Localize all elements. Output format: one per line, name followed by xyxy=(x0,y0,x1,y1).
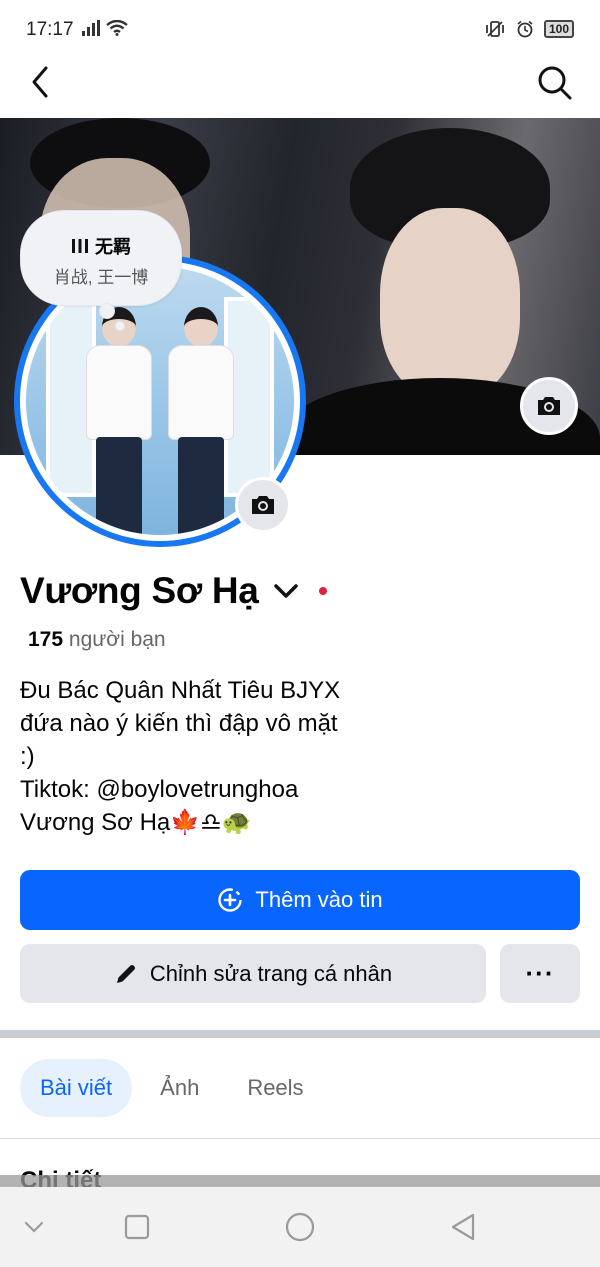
profile-name: Vương Sơ Hạ xyxy=(20,570,259,611)
music-bars-icon xyxy=(72,239,88,253)
edit-profile-label: Chỉnh sửa trang cá nhân xyxy=(149,960,393,986)
search-icon xyxy=(538,66,572,100)
profile-name-row[interactable]: Vương Sơ Hạ xyxy=(20,570,327,612)
note-artists: 肖战, 王一博 xyxy=(53,268,149,287)
edit-profile-button[interactable]: Chỉnh sửa trang cá nhân xyxy=(20,944,486,1003)
triangle-back-icon xyxy=(451,1213,475,1241)
friends-count[interactable]: 175 người bạn xyxy=(28,628,166,652)
camera-icon xyxy=(538,397,560,415)
circle-icon xyxy=(285,1212,315,1242)
tab-reels[interactable]: Reels xyxy=(227,1059,323,1117)
status-time: 17:17 xyxy=(26,19,74,40)
vibrate-icon xyxy=(486,21,504,37)
add-to-story-button[interactable]: Thêm vào tin xyxy=(20,870,580,930)
tab-photos[interactable]: Ảnh xyxy=(140,1059,219,1117)
profile-tabs: Bài viết Ảnh Reels xyxy=(20,1059,324,1117)
signal-icon xyxy=(82,20,100,36)
arrow-left-icon xyxy=(32,66,48,98)
bio-line: :) xyxy=(20,743,35,770)
nav-back-button[interactable] xyxy=(443,1209,483,1245)
friends-number: 175 xyxy=(28,628,64,651)
section-divider xyxy=(0,1030,600,1038)
bottom-shadow xyxy=(0,1175,600,1187)
status-bar: 17:17 100 xyxy=(0,0,600,60)
music-note-bubble[interactable]: 无羁 肖战, 王一博 xyxy=(20,210,182,331)
pencil-icon xyxy=(116,964,135,983)
add-story-icon xyxy=(218,888,243,912)
profile-bio: Đu Bác Quân Nhất Tiêu BJYX đứa nào ý kiế… xyxy=(20,674,440,839)
wifi-icon xyxy=(106,20,128,36)
nav-collapse-button[interactable] xyxy=(14,1209,54,1245)
alarm-icon xyxy=(517,20,533,38)
bio-line: Đu Bác Quân Nhất Tiêu BJYX xyxy=(20,677,341,704)
more-options-label: ··· xyxy=(525,958,555,988)
system-nav-bar xyxy=(0,1187,600,1267)
camera-icon xyxy=(252,496,274,514)
chevron-down-icon xyxy=(24,1221,44,1233)
note-title-row: 无羁 xyxy=(21,233,181,259)
tab-posts[interactable]: Bài viết xyxy=(20,1059,133,1117)
notification-dot xyxy=(318,587,327,595)
chevron-down-icon[interactable] xyxy=(273,581,299,601)
nav-home-button[interactable] xyxy=(280,1209,320,1245)
bio-line: Vương Sơ Hạ🍁♎🐢 xyxy=(20,809,252,836)
note-song-title: 无羁 xyxy=(95,237,131,257)
battery-icon: 100 xyxy=(543,20,574,38)
bio-line: đứa nào ý kiến thì đập vô mặt xyxy=(20,710,338,737)
add-to-story-label: Thêm vào tin xyxy=(255,887,383,912)
more-options-button[interactable]: ··· xyxy=(500,944,580,1003)
status-left-icons xyxy=(82,20,128,36)
profile-camera-button[interactable] xyxy=(235,477,291,533)
cover-camera-button[interactable] xyxy=(520,377,578,435)
square-icon xyxy=(124,1214,150,1240)
bio-line: Tiktok: @boylovetrunghoa xyxy=(20,776,299,803)
friends-label: người bạn xyxy=(68,628,166,651)
top-nav xyxy=(0,60,600,118)
status-right-icons: 100 xyxy=(484,20,574,38)
tab-divider xyxy=(0,1138,600,1139)
nav-recents-button[interactable] xyxy=(117,1209,157,1245)
search-button[interactable] xyxy=(534,62,578,102)
back-button[interactable] xyxy=(22,62,62,102)
